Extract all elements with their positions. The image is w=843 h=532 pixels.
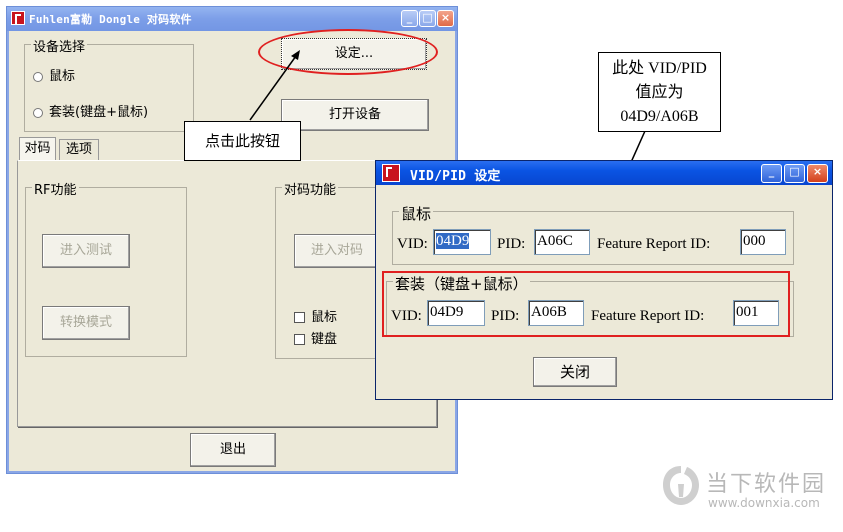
callout-vidpid-note: 此处 VID/PID 值应为 04D9/A06B: [598, 52, 721, 132]
radio-mouse-label: 鼠标: [49, 69, 76, 84]
rf-group: RF功能 进入测试 转换模式: [25, 179, 187, 357]
checkbox-icon: [294, 334, 305, 345]
device-select-title: 设备选择: [31, 36, 88, 55]
app-logo-icon: [11, 11, 25, 25]
mouse-vid-input[interactable]: 04D9: [433, 229, 491, 255]
dialog-maximize-icon[interactable]: □: [784, 164, 805, 183]
vidpid-dialog: VID/PID 设定 _ □ × 鼠标 VID: 04D9 PID: A06C …: [375, 160, 833, 400]
radio-combo-label: 套装(键盘+鼠标): [49, 105, 149, 120]
enter-test-button[interactable]: 进入测试: [42, 234, 130, 268]
checkbox-keyboard-label: 键盘: [311, 332, 338, 347]
maximize-icon[interactable]: □: [419, 10, 436, 27]
exit-button[interactable]: 退出: [190, 433, 276, 467]
checkbox-mouse[interactable]: 鼠标: [294, 306, 337, 325]
device-select-group: 设备选择 鼠标 套装(键盘+鼠标): [24, 36, 194, 132]
enter-pair-button[interactable]: 进入对码: [294, 234, 380, 268]
close-icon[interactable]: ×: [437, 10, 454, 27]
dialog-mouse-group: 鼠标 VID: 04D9 PID: A06C Feature Report ID…: [392, 203, 794, 265]
watermark-logo-icon: [663, 466, 699, 505]
dialog-mouse-group-title: 鼠标: [399, 203, 434, 224]
mouse-vid-value: 04D9: [436, 233, 470, 249]
switch-mode-button[interactable]: 转换模式: [42, 306, 130, 340]
watermark-url: www.downxia.com: [708, 496, 820, 510]
dialog-logo-icon: [382, 164, 400, 182]
checkbox-keyboard[interactable]: 键盘: [294, 328, 337, 347]
checkbox-icon: [294, 312, 305, 323]
mouse-pid-label: PID:: [497, 236, 526, 252]
radio-mouse[interactable]: 鼠标: [33, 65, 75, 84]
mouse-feature-label: Feature Report ID:: [597, 236, 711, 252]
watermark-brand: 当下软件园: [706, 472, 827, 497]
mouse-vid-label: VID:: [397, 236, 428, 252]
main-window-title: Fuhlen富勒 Dongle 对码软件: [29, 13, 192, 26]
tab-pair[interactable]: 对码: [19, 137, 56, 161]
pair-group-title: 对码功能: [282, 179, 339, 198]
radio-combo[interactable]: 套装(键盘+鼠标): [33, 101, 148, 120]
radio-dot-icon: [33, 107, 43, 118]
callout-vidpid-line3: 04D9/A06B: [620, 108, 699, 125]
checkbox-mouse-label: 鼠标: [311, 310, 338, 325]
highlight-ellipse: [258, 29, 438, 75]
callout-click-button: 点击此按钮: [184, 121, 301, 161]
radio-dot-icon: [33, 71, 43, 82]
tab-options[interactable]: 选项: [59, 139, 99, 161]
dialog-close-button[interactable]: 关闭: [533, 357, 617, 387]
open-device-button[interactable]: 打开设备: [281, 99, 429, 131]
watermark: 当下软件园 www.downxia.com: [660, 462, 836, 516]
red-highlight-box: [382, 271, 790, 337]
minimize-icon[interactable]: _: [401, 10, 418, 27]
dialog-titlebar[interactable]: VID/PID 设定 _ □ ×: [376, 161, 832, 185]
callout-vidpid-line2: 值应为: [635, 84, 684, 101]
callout-vidpid-line1: 此处 VID/PID: [612, 60, 707, 77]
rf-group-title: RF功能: [32, 179, 79, 198]
mouse-pid-input[interactable]: A06C: [534, 229, 590, 255]
dialog-close-icon[interactable]: ×: [807, 164, 828, 183]
dialog-minimize-icon[interactable]: _: [761, 164, 782, 183]
dialog-title: VID/PID 设定: [410, 169, 501, 184]
mouse-feature-input[interactable]: 000: [740, 229, 786, 255]
main-titlebar[interactable]: Fuhlen富勒 Dongle 对码软件 _ □ ×: [7, 7, 457, 31]
